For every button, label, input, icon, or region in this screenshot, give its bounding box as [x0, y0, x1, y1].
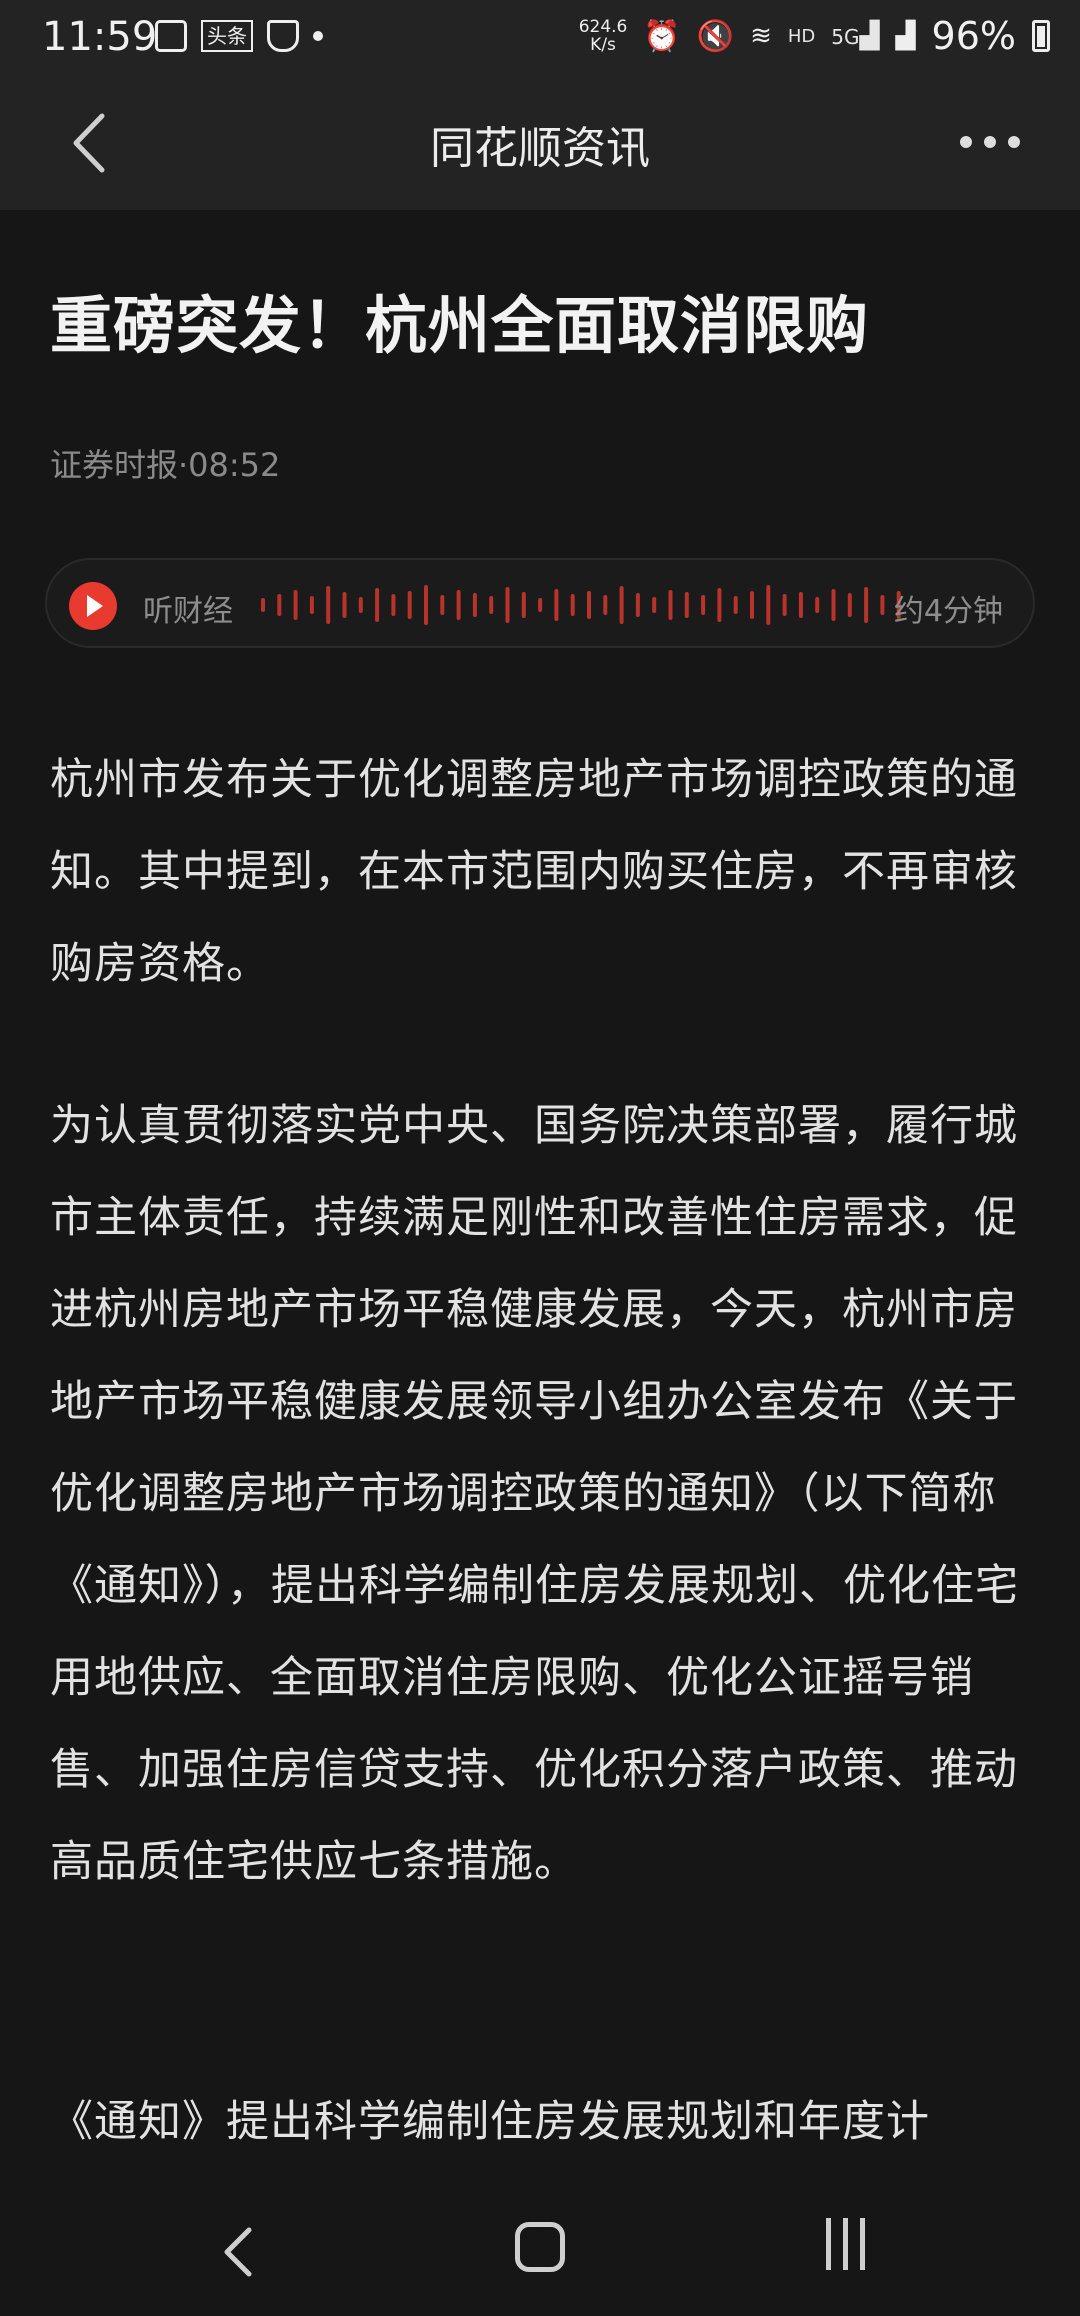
waveform-bar: [635, 593, 640, 617]
waveform-bar: [701, 595, 706, 615]
waveform-bar: [815, 597, 820, 613]
nav-recents-icon[interactable]: [815, 2218, 875, 2278]
nav-back-button[interactable]: [215, 2222, 265, 2282]
toutiao-badge: 头条: [201, 20, 253, 52]
alarm-icon: ⏰: [643, 18, 681, 54]
waveform-bar: [733, 596, 738, 614]
waveform-bar: [717, 588, 722, 622]
waveform-bar: [880, 595, 885, 615]
waveform-bar: [521, 592, 526, 618]
waveform-bar: [358, 597, 363, 613]
audio-label: 听财经: [143, 594, 233, 629]
system-nav-bar: [0, 2196, 1080, 2316]
waveform-bar: [375, 588, 380, 622]
battery-percent: 96%: [931, 14, 1016, 58]
waveform-bar: [766, 585, 771, 625]
article-paragraph: 《通知》提出科学编制住房发展规划和年度计: [50, 2097, 930, 2147]
waveform-bar: [407, 591, 412, 619]
waveform-bar: [326, 586, 331, 624]
shield-icon: [267, 20, 299, 52]
waveform-bar: [342, 592, 347, 618]
article-paragraph: 为认真贯彻落实党中央、国务院决策部署，履行城市主体责任，持续满足刚性和改善性住房…: [50, 1101, 1019, 1887]
waveform-bar: [570, 594, 575, 616]
net-speed: 624.6 K/s: [578, 17, 628, 55]
audio-duration: 约4分钟: [893, 594, 1003, 629]
waveform-bar: [538, 598, 543, 612]
mute-icon: 🔇: [696, 18, 735, 54]
wifi-icon: ≋: [750, 21, 772, 51]
waveform-bar: [554, 589, 559, 621]
waveform-bar: [782, 594, 787, 616]
waveform-bar: [489, 596, 494, 614]
more-dots-icon: [960, 136, 972, 148]
waveform-bar: [587, 591, 591, 619]
play-icon[interactable]: [69, 582, 117, 630]
audio-player[interactable]: 听财经 约4分钟: [45, 558, 1035, 648]
nav-home-icon[interactable]: [515, 2222, 565, 2272]
waveform-bar: [668, 590, 673, 620]
waveform-bar: [391, 594, 396, 616]
waveform-bar: [831, 589, 836, 621]
waveform-bar: [798, 592, 803, 618]
status-system-icons: 624.6 K/s ⏰ 🔇 ≋ HD 5G▟ ▟ 96%: [579, 14, 1050, 58]
waveform-bar: [847, 593, 852, 617]
waveform-bar: [293, 590, 298, 620]
status-bar: 11:59 头条 624.6 K/s ⏰ 🔇 ≋ HD 5G▟ ▟ 96%: [0, 0, 1080, 74]
header-title: 同花顺资讯: [430, 123, 650, 174]
waveform-bar: [261, 598, 265, 612]
waveform-bar: [684, 592, 689, 618]
waveform-icon: [261, 585, 901, 625]
battery-icon: [1032, 20, 1050, 52]
waveform-bar: [472, 593, 477, 617]
more-button[interactable]: [950, 122, 1030, 162]
waveform-bar: [619, 586, 624, 624]
status-time: 11:59: [42, 14, 158, 60]
waveform-bar: [603, 595, 608, 615]
waveform-bar: [505, 587, 510, 623]
waveform-bar: [309, 596, 314, 614]
gallery-icon: [155, 20, 187, 52]
waveform-bar: [456, 590, 461, 620]
waveform-bar: [424, 585, 428, 625]
waveform-bar: [652, 597, 657, 613]
waveform-bar: [277, 594, 282, 616]
status-notification-icons: 头条: [155, 20, 323, 52]
waveform-bar: [864, 587, 869, 623]
article-title: 重磅突发！杭州全面取消限购: [50, 289, 870, 362]
app-header: 同花顺资讯: [0, 74, 1080, 210]
waveform-bar: [440, 595, 445, 615]
nav-back-icon: [224, 2227, 252, 2277]
article-meta: 证券时报·08:52: [50, 446, 281, 484]
waveform-bar: [750, 591, 754, 619]
notification-dot-icon: [313, 31, 323, 41]
signal-5g-icon: 5G▟: [831, 21, 880, 51]
network-type: HD: [787, 25, 816, 47]
article-paragraph: 杭州市发布关于优化调整房地产市场调控政策的通知。其中提到，在本市范围内购买住房，…: [50, 755, 1018, 989]
signal-icon: ▟: [895, 21, 916, 51]
